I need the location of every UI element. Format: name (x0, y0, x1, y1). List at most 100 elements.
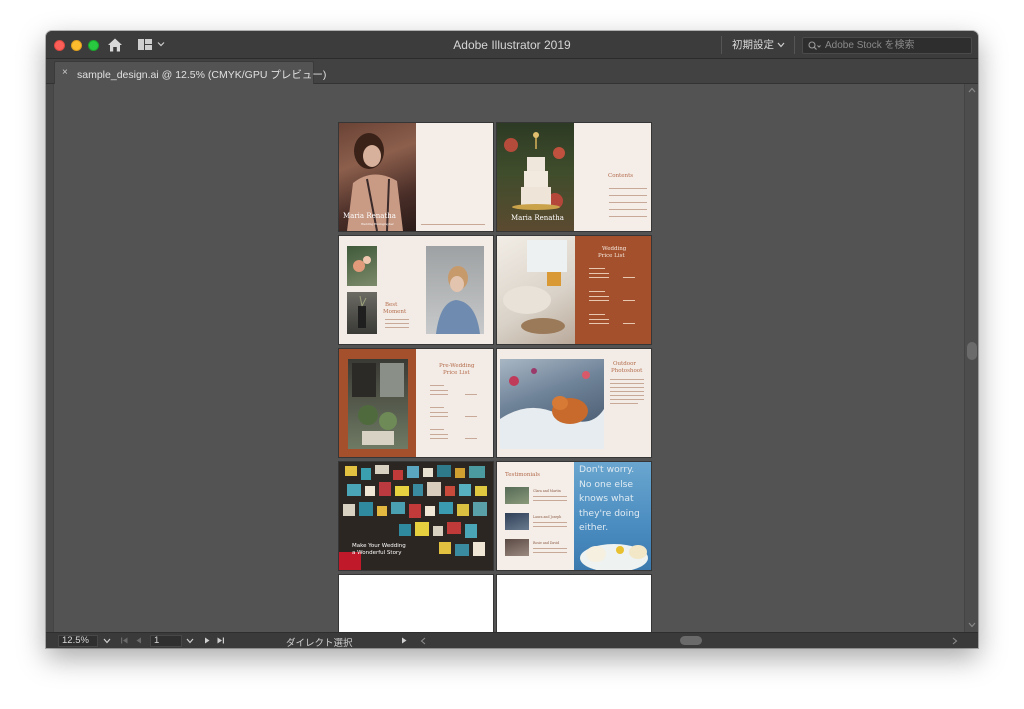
quote-line: they're doing (579, 507, 640, 519)
previous-artboard-icon[interactable] (134, 636, 143, 645)
document-tab[interactable]: × sample_design.ai @ 12.5% (CMYK/GPU プレビ… (54, 61, 326, 84)
footer-rule (421, 224, 485, 225)
testimonial-name: Rosie and David (533, 541, 560, 545)
scroll-down-icon[interactable] (968, 622, 976, 628)
artboard-6[interactable]: Outdoor Photoshoot (497, 349, 651, 457)
quote-line: Don't worry. (579, 464, 635, 475)
scroll-right-icon[interactable] (952, 637, 958, 645)
price-line (589, 319, 609, 320)
status-bar: 12.5% 1 ダイレクト選択 (46, 632, 978, 648)
horizontal-scrollbar[interactable] (420, 635, 960, 647)
cover-subtitle: Wedding Photographer (361, 222, 394, 226)
testimonial-name: Laura and Joseph (533, 515, 562, 519)
artboard-3[interactable]: Best Moment (339, 236, 493, 344)
zoom-level-field[interactable]: 12.5% (58, 635, 98, 647)
page-title-line1: Pre-Wedding (439, 363, 475, 369)
title-bar: Adobe Illustrator 2019 初期設定 (46, 31, 978, 59)
first-artboard-icon[interactable] (120, 636, 129, 645)
vertical-scroll-thumb[interactable] (967, 342, 977, 360)
next-artboard-icon[interactable] (203, 636, 212, 645)
zoom-dropdown-icon[interactable] (103, 638, 111, 644)
price-line (589, 314, 605, 315)
testimonial-line (533, 522, 567, 523)
price-value (623, 277, 635, 278)
price-line (430, 385, 444, 386)
scroll-left-icon[interactable] (420, 637, 426, 645)
scroll-up-icon[interactable] (968, 87, 976, 93)
vase-photo (347, 292, 377, 334)
quote-line: knows what (579, 493, 634, 504)
contents-rule (609, 188, 647, 189)
cover-title: Maria Renatha (511, 214, 564, 222)
artboard-9[interactable] (339, 575, 493, 635)
blank-page (416, 123, 493, 231)
testimonial-photo (505, 487, 529, 504)
body-text-line (610, 399, 644, 400)
price-value (623, 300, 635, 301)
price-value (623, 323, 635, 324)
price-line (430, 390, 448, 391)
artboard-8[interactable]: Testimonials Clara and Martin Laura and … (497, 462, 651, 570)
artboard-dropdown-icon[interactable] (186, 638, 194, 644)
body-text-line (610, 391, 644, 392)
price-line (430, 434, 448, 435)
body-text-line (385, 319, 409, 320)
page-title-line1: Outdoor (613, 361, 637, 367)
artboard-5[interactable]: Pre-Wedding Price List (339, 349, 493, 457)
vertical-scrollbar[interactable] (964, 84, 978, 632)
chevron-down-icon[interactable] (157, 40, 165, 48)
home-icon[interactable] (107, 37, 123, 53)
poster-headline-line2: a Wonderful Story (352, 550, 402, 556)
page-title-line1: Best (385, 302, 398, 308)
price-value (465, 416, 477, 417)
artboard-7[interactable]: Make Your Wedding a Wonderful Story (339, 462, 493, 570)
status-menu-icon[interactable] (400, 636, 409, 645)
testimonial-line (533, 548, 567, 549)
artboard-number-field[interactable]: 1 (150, 635, 182, 647)
window-close-button[interactable] (54, 40, 65, 51)
artboard-1[interactable]: Maria Renatha Wedding Photographer (339, 123, 493, 231)
shop-window-photo (348, 359, 408, 449)
tools-panel-edge (46, 84, 54, 632)
artboard-2[interactable]: Maria Renatha Contents (497, 123, 651, 231)
contents-rule (609, 195, 647, 196)
body-text-line (610, 383, 644, 384)
cover-title: Maria Renatha (343, 212, 396, 220)
price-line (589, 323, 609, 324)
close-tab-icon[interactable]: × (62, 67, 68, 78)
artboard-10[interactable] (497, 575, 651, 635)
cat-photo (500, 359, 604, 449)
window-zoom-button[interactable] (88, 40, 99, 51)
price-line (430, 407, 444, 408)
flowers-photo (347, 246, 377, 286)
page-title-line2: Photoshoot (611, 368, 643, 374)
testimonial-name: Clara and Martin (533, 489, 561, 493)
toolbar-divider (794, 36, 795, 54)
adobe-stock-search-input[interactable] (802, 37, 972, 54)
price-value (465, 394, 477, 395)
horizontal-scroll-thumb[interactable] (680, 636, 702, 645)
quote-line: No one else (579, 478, 634, 490)
illustrator-window: Adobe Illustrator 2019 初期設定 × sample_des… (46, 31, 978, 648)
body-text-line (610, 395, 644, 396)
chevron-down-icon[interactable] (777, 42, 785, 48)
price-line (589, 296, 609, 297)
body-text-line (610, 403, 638, 404)
living-room-photo (497, 236, 575, 344)
quote-text: Don't worry. No one else knows what they… (579, 463, 640, 536)
window-minimize-button[interactable] (71, 40, 82, 51)
page-title-line2: Moment (383, 309, 407, 315)
arrange-documents-icon[interactable] (138, 39, 152, 50)
canvas[interactable]: Maria Renatha Wedding Photographer Maria… (46, 84, 964, 635)
price-line (589, 268, 605, 269)
testimonial-photo (505, 513, 529, 530)
last-artboard-icon[interactable] (216, 636, 225, 645)
document-tab-label: sample_design.ai @ 12.5% (CMYK/GPU プレビュー… (77, 69, 327, 81)
page-title-line2: Price List (598, 253, 625, 259)
page-title-line2: Price List (443, 370, 470, 376)
price-line (430, 394, 448, 395)
workspace-switcher[interactable]: 初期設定 (732, 37, 774, 53)
toolbar-divider (721, 36, 722, 54)
price-line (430, 412, 448, 413)
artboard-4[interactable]: Wedding Price List (497, 236, 651, 344)
